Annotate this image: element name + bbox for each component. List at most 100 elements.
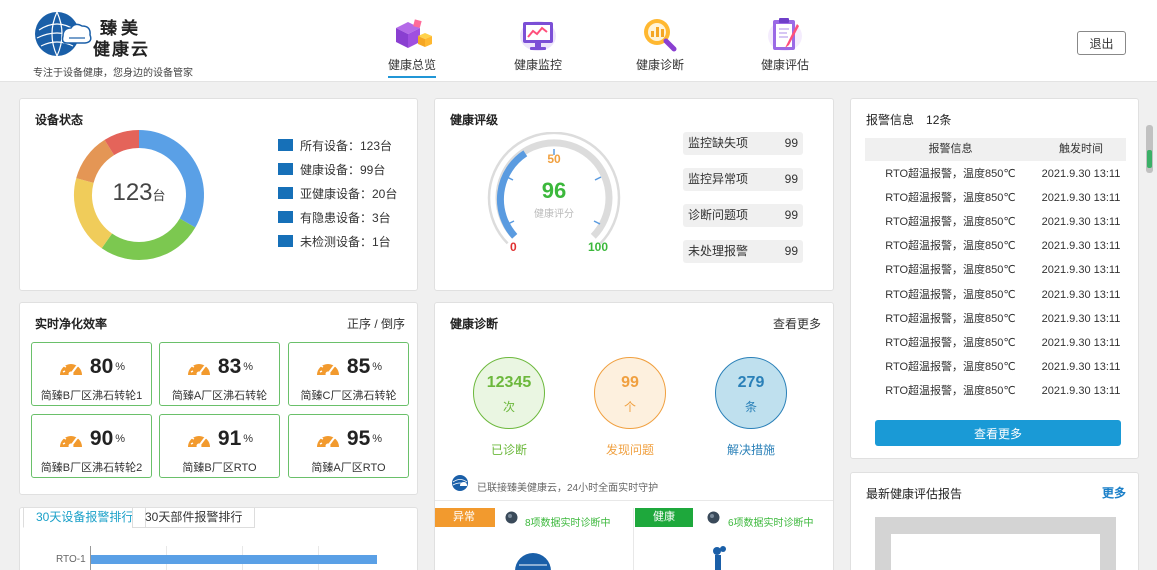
- alarm-time: 2021.9.30 13:11: [1041, 168, 1121, 180]
- alarm-row[interactable]: RTO超温报警，温度850℃ 2021.9.30 13:11: [865, 234, 1126, 258]
- speedometer-icon: [316, 362, 339, 377]
- top-header: 臻美 健康云 专注于设备健康，您身边的设备管家 健康总览 健康监控 健康诊断 健…: [0, 0, 1157, 82]
- grade-item-monitor-abnormal[interactable]: 监控异常项 99: [683, 168, 803, 191]
- diagnosis-stat-unit: 个: [623, 400, 636, 414]
- legend-swatch: [278, 235, 293, 247]
- alarm-row[interactable]: RTO超温报警，温度850℃ 2021.9.30 13:11: [865, 186, 1126, 210]
- alarm-row[interactable]: RTO超温报警，温度850℃ 2021.9.30 13:11: [865, 210, 1126, 234]
- purification-efficiency-panel: 实时净化效率 正序 / 倒序 80% 简臻B厂区沸石转轮1 83% 简臻A厂区沸石转轮…: [19, 302, 418, 495]
- nav-health-overview[interactable]: 健康总览: [367, 14, 457, 78]
- nav-health-monitor[interactable]: 健康监控: [493, 14, 583, 76]
- equipment-illustration-icon: [515, 553, 551, 570]
- speedometer-icon: [59, 362, 82, 377]
- diagnosis-stat-circle[interactable]: 279 条: [715, 357, 787, 429]
- legend-swatch: [278, 139, 293, 151]
- cloud-globe-small-icon: [452, 475, 468, 491]
- efficiency-card[interactable]: 83% 简臻A厂区沸石转轮: [159, 342, 280, 406]
- ranking-axis-label: RTO-1: [56, 554, 86, 565]
- magnifier-chart-icon: [644, 19, 677, 52]
- alarm-info: RTO超温报警，温度850℃: [885, 336, 1016, 349]
- nav-label: 健康评估: [760, 58, 809, 72]
- efficiency-card[interactable]: 80% 简臻B厂区沸石转轮1: [31, 342, 152, 406]
- grade-item-unhandled-alarm[interactable]: 未处理报警 99: [683, 240, 803, 263]
- efficiency-device-name: 简臻A厂区沸石转轮: [171, 390, 268, 402]
- logout-button[interactable]: 退出: [1077, 31, 1126, 55]
- grade-item-missing-monitor[interactable]: 监控缺失项 99: [683, 132, 803, 155]
- diagnosis-stat-unit: 条: [744, 400, 757, 414]
- status-dot-icon: [505, 511, 518, 524]
- alarm-row[interactable]: RTO超温报警，温度850℃ 2021.9.30 13:11: [865, 331, 1126, 355]
- efficiency-unit: %: [372, 433, 383, 445]
- nav-health-assessment[interactable]: 健康评估: [740, 14, 830, 76]
- alarm-row[interactable]: RTO超温报警，温度850℃ 2021.9.30 13:11: [865, 355, 1126, 379]
- brand-slogan: 专注于设备健康，您身边的设备管家: [33, 68, 193, 79]
- grade-item-diagnosis-issue[interactable]: 诊断问题项 99: [683, 204, 803, 227]
- healthy-status-text: 6项数据实时诊断中: [728, 518, 814, 529]
- efficiency-unit: %: [243, 433, 254, 445]
- donut-segment: [104, 130, 140, 156]
- status-dot-icon: [707, 511, 720, 524]
- legend-item: 亚健康设备：20台: [278, 185, 397, 202]
- sort-toggle[interactable]: 正序 / 倒序: [347, 315, 405, 332]
- alarm-row[interactable]: RTO超温报警，温度850℃ 2021.9.30 13:11: [865, 283, 1126, 307]
- device-status-panel: 设备状态 123台 所有设备：123台 健康设备：99台 亚健康设备：20台 有…: [19, 98, 418, 291]
- total-device-unit: 台: [152, 188, 166, 203]
- monitor-chart-icon: [520, 21, 556, 51]
- tab-device-alarm-ranking[interactable]: 30天设备报警排行: [23, 508, 147, 528]
- report-thumbnail[interactable]: [875, 517, 1116, 570]
- health-score-label: 健康评分: [534, 209, 574, 220]
- alarm-row[interactable]: RTO超温报警，温度850℃ 2021.9.30 13:11: [865, 307, 1126, 331]
- brand-name-line2: 健康云: [93, 40, 150, 59]
- alarm-table-header: 报警信息 触发时间: [865, 138, 1126, 161]
- panel-title: 健康诊断: [450, 317, 499, 331]
- donut-segment: [76, 139, 115, 184]
- cloud-globe-logo-icon: [35, 11, 92, 57]
- legend-swatch: [278, 163, 293, 175]
- diagnosis-stat-caption: 解决措施: [726, 443, 775, 457]
- efficiency-card[interactable]: 95% 简臻A厂区RTO: [288, 414, 409, 478]
- efficiency-card[interactable]: 91% 简臻B厂区RTO: [159, 414, 280, 478]
- diagnosis-stat-circle[interactable]: 99 个: [594, 357, 666, 429]
- alarm-info: RTO超温报警，温度850℃: [885, 192, 1016, 205]
- column-header: 报警信息: [928, 143, 973, 155]
- diagnosis-stat-value: 279: [737, 374, 765, 391]
- diagnosis-stat-unit: 次: [502, 400, 515, 414]
- alarm-info-panel: 报警信息 12条 报警信息 触发时间 RTO超温报警，温度850℃ 2021.9.3…: [850, 98, 1139, 459]
- alarm-more-button[interactable]: 查看更多: [875, 420, 1121, 446]
- health-score-value: 96: [541, 178, 567, 203]
- alarm-time: 2021.9.30 13:11: [1041, 264, 1121, 277]
- nav-label: 健康总览: [387, 56, 436, 78]
- tab-component-alarm-ranking[interactable]: 30天部件报警排行: [132, 508, 256, 528]
- efficiency-device-name: 简臻A厂区RTO: [311, 462, 386, 474]
- efficiency-card[interactable]: 90% 简臻B厂区沸石转轮2: [31, 414, 152, 478]
- health-diagnosis-panel: 健康诊断 查看更多 12345 次已诊断 99 个发现问题 279 条解决措施 已联接臻美…: [434, 302, 834, 570]
- nav-health-diagnosis[interactable]: 健康诊断: [615, 14, 705, 76]
- scrollbar-thumb[interactable]: [1147, 150, 1152, 168]
- alarm-info: RTO超温报警，温度850℃: [885, 264, 1016, 277]
- alarm-info: RTO超温报警，温度850℃: [885, 216, 1016, 229]
- alarm-time: 2021.9.30 13:11: [1041, 384, 1121, 397]
- alarm-time: 2021.9.30 13:11: [1041, 288, 1121, 301]
- diagnosis-more-link[interactable]: 查看更多: [773, 315, 821, 332]
- efficiency-device-name: 简臻B厂区RTO: [182, 462, 257, 474]
- diagnosis-stat-caption: 已诊断: [490, 443, 527, 457]
- speedometer-icon: [59, 434, 82, 449]
- alarm-time: 2021.9.30 13:11: [1041, 312, 1121, 325]
- alarm-info: RTO超温报警，温度850℃: [885, 168, 1016, 180]
- alarm-row[interactable]: RTO超温报警，温度850℃ 2021.9.30 13:11: [865, 162, 1126, 186]
- alarm-time: 2021.9.30 13:11: [1041, 240, 1121, 253]
- alarm-row[interactable]: RTO超温报警，温度850℃ 2021.9.30 13:11: [865, 379, 1126, 403]
- alarm-row[interactable]: RTO超温报警，温度850℃ 2021.9.30 13:11: [865, 258, 1126, 282]
- alarm-count: 12条: [926, 113, 952, 127]
- factory-illustration-icon: [713, 546, 726, 570]
- panel-title: 报警信息 12条: [866, 113, 952, 127]
- report-more-link[interactable]: 更多: [1102, 484, 1126, 501]
- legend-item: 所有设备：123台: [278, 137, 392, 154]
- cubes-icon: [396, 19, 432, 48]
- efficiency-value: 80: [89, 355, 114, 378]
- diagnosis-stat-circle[interactable]: 12345 次: [473, 357, 545, 429]
- efficiency-card[interactable]: 85% 简臻C厂区沸石转轮: [288, 342, 409, 406]
- efficiency-device-name: 简臻B厂区沸石转轮1: [40, 390, 143, 402]
- alarm-ranking-panel: 30天设备报警排行 30天部件报警排行 RTO-1: [19, 507, 418, 570]
- efficiency-device-name: 简臻C厂区沸石转轮: [300, 390, 397, 402]
